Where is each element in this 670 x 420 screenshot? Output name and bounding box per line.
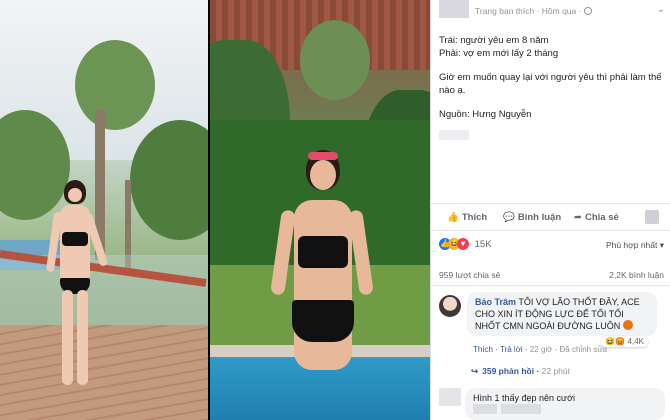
bikini-top bbox=[62, 232, 88, 246]
post-meta-text: Trang bạn thích · Hôm qua · bbox=[475, 6, 582, 16]
wooden-deck bbox=[0, 325, 208, 420]
photo-left-girlfriend[interactable] bbox=[0, 0, 208, 420]
replies-time: 22 phút bbox=[541, 366, 571, 376]
reply-bubble: Hình 1 thấy đẹp nên cưới bbox=[465, 388, 665, 420]
post-actions: 👍 Thích 💬 Bình luận ➦ Chia sẻ bbox=[431, 203, 670, 231]
view-replies-link[interactable]: ↩ 359 phản hồi · 22 phút bbox=[471, 366, 570, 377]
reply-avatar[interactable] bbox=[439, 388, 461, 406]
angry-emoji-icon bbox=[622, 320, 633, 330]
comment-reply-link[interactable]: Trả lời bbox=[500, 345, 523, 354]
comment-button[interactable]: 💬 Bình luận bbox=[503, 212, 561, 223]
comment-like-link[interactable]: Thích bbox=[473, 345, 493, 354]
redacted-text bbox=[473, 404, 497, 414]
thumbs-up-icon: 👍 bbox=[447, 212, 459, 223]
redacted-text bbox=[439, 130, 469, 140]
like-button[interactable]: 👍 Thích bbox=[447, 212, 487, 223]
reaction-count[interactable]: 15K bbox=[475, 239, 492, 250]
post-source: Nguồn: Hưng Nguyễn bbox=[439, 109, 532, 120]
comment-time[interactable]: 22 giờ bbox=[530, 345, 553, 354]
post-line: Trái: người yêu em 8 năm bbox=[439, 35, 549, 46]
reactions-bar[interactable]: 👍😆 ♥ 15K Phù hợp nhất ▾ bbox=[439, 238, 664, 256]
shares-count[interactable]: 959 lượt chia sẻ bbox=[439, 270, 500, 280]
swim-cap bbox=[308, 152, 338, 160]
post-stats: 959 lượt chia sẻ 2,2K bình luận bbox=[439, 270, 664, 280]
commenter-name[interactable]: Bảo Trâm bbox=[475, 297, 516, 307]
commenter-avatar[interactable] bbox=[439, 295, 461, 317]
comment-icon: 💬 bbox=[503, 212, 515, 223]
divider bbox=[431, 285, 670, 286]
person-face bbox=[310, 160, 336, 190]
comment-reaction-count: 4,4K bbox=[627, 337, 644, 346]
redacted-text bbox=[501, 404, 541, 414]
tree bbox=[300, 20, 370, 100]
photo-right-wife[interactable] bbox=[210, 0, 430, 420]
post-meta: Trang bạn thích · Hôm qua · bbox=[475, 6, 593, 16]
tree bbox=[75, 40, 155, 130]
comment-label: Bình luận bbox=[517, 212, 562, 223]
comment-meta: Thích · Trả lời · 22 giờ · Đã chỉnh sửa bbox=[473, 345, 608, 354]
love-reaction-icon: ♥ bbox=[457, 238, 469, 250]
replies-count: 359 phản hồi bbox=[482, 366, 535, 376]
comment-reaction-icons: 😆😡 bbox=[605, 337, 626, 346]
share-arrow-icon: ➦ bbox=[574, 212, 582, 223]
like-label: Thích bbox=[461, 212, 488, 223]
reply-text: Hình 1 thấy đẹp nên cưới bbox=[473, 393, 575, 403]
post-panel: Trang bạn thích · Hôm qua · ⌄ Trái: ngườ… bbox=[430, 0, 670, 420]
person-leg bbox=[62, 290, 73, 385]
person-face bbox=[68, 188, 82, 202]
comment-bubble: Bảo Trâm TÔI VỢ LÃO THỐT ĐÂY, ACE CHO XI… bbox=[467, 292, 657, 336]
page-avatar[interactable] bbox=[439, 0, 469, 18]
bikini-top bbox=[298, 236, 348, 268]
post-photos[interactable] bbox=[0, 0, 430, 420]
person-body bbox=[294, 200, 352, 370]
person-leg bbox=[77, 290, 88, 385]
globe-icon bbox=[584, 7, 593, 15]
share-label: Chia sẻ bbox=[584, 212, 619, 223]
post-line: Giờ em muốn quay lại với người yêu thì p… bbox=[439, 72, 662, 96]
comment-reactions[interactable]: 😆😡 4,4K bbox=[601, 336, 648, 347]
relevance-dropdown[interactable]: Phù hợp nhất ▾ bbox=[606, 240, 664, 251]
share-as-avatar[interactable] bbox=[645, 210, 659, 224]
comments-count[interactable]: 2,2K bình luận bbox=[609, 270, 664, 280]
reply-arrow-icon: ↩ bbox=[471, 366, 479, 376]
comment-edited[interactable]: Đã chỉnh sửa bbox=[560, 345, 608, 354]
post-header: Trang bạn thích · Hôm qua · ⌄ bbox=[431, 0, 670, 22]
post-line: Phải: vợ em mới lấy 2 tháng bbox=[439, 48, 559, 59]
post-text: Trái: người yêu em 8 năm Phải: vợ em mới… bbox=[439, 34, 664, 132]
bikini-bottom bbox=[292, 300, 354, 342]
chevron-down-icon[interactable]: ⌄ bbox=[657, 4, 665, 15]
share-button[interactable]: ➦ Chia sẻ bbox=[574, 212, 619, 223]
